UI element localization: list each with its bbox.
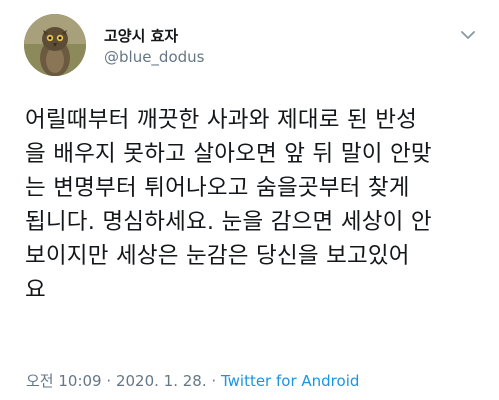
tweet-text: 어릴때부터 깨끗한 사과와 제대로 된 반성 을 배우지 못하고 살아오면 앞 …	[25, 107, 432, 303]
meta-separator: ·	[106, 372, 112, 390]
tweet-date[interactable]: 2020. 1. 28.	[116, 372, 207, 390]
tweet-source-link[interactable]: Twitter for Android	[221, 372, 359, 390]
meta-separator: ·	[211, 372, 217, 390]
author-display-name[interactable]: 고양시 효자	[104, 25, 178, 46]
owl-bird-avatar-icon	[24, 14, 86, 76]
author-handle[interactable]: @blue_dodus	[104, 48, 204, 66]
avatar[interactable]	[24, 14, 86, 76]
tweet-card: 고양시 효자 @blue_dodus 어릴때부터 깨끗한 사과와 제대로 된 반…	[0, 0, 499, 400]
tweet-time[interactable]: 오전 10:09	[26, 372, 102, 390]
tweet-meta: 오전 10:09 · 2020. 1. 28. · Twitter for An…	[26, 370, 359, 391]
chevron-down-icon[interactable]	[460, 26, 476, 39]
